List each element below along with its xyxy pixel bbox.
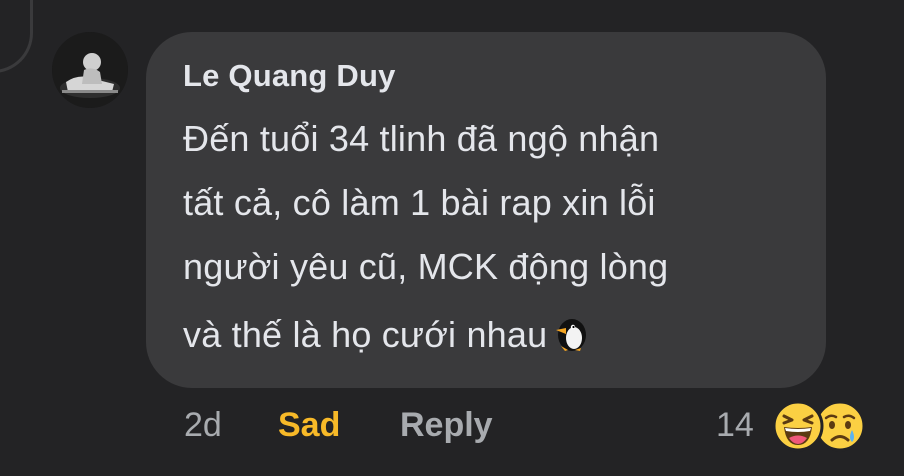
reply-button[interactable]: Reply <box>400 406 493 445</box>
comment-text-line: người yêu cũ, MCK động lòng <box>183 246 669 287</box>
comment-text-line-last: và thế là họ cưới nhau <box>183 314 591 356</box>
comment-text-line: tất cả, cô làm 1 bài rap xin lỗi <box>183 182 656 223</box>
haha-emoji-icon <box>772 400 824 452</box>
reaction-count[interactable]: 14 <box>716 406 754 445</box>
avatar[interactable] <box>52 32 128 108</box>
comment-text-line: Đến tuổi 34 tlinh đã ngộ nhận <box>183 118 660 159</box>
sad-reaction-button[interactable]: Sad <box>278 406 340 445</box>
comment-author[interactable]: Le Quang Duy <box>183 58 396 94</box>
comment-timestamp[interactable]: 2d <box>184 406 222 445</box>
comment-text: và thế là họ cưới nhau <box>183 314 548 355</box>
reaction-summary[interactable] <box>772 400 868 452</box>
avatar-photo <box>52 32 128 108</box>
penguin-emoji-icon <box>553 315 591 353</box>
thread-connector-line <box>0 0 33 73</box>
